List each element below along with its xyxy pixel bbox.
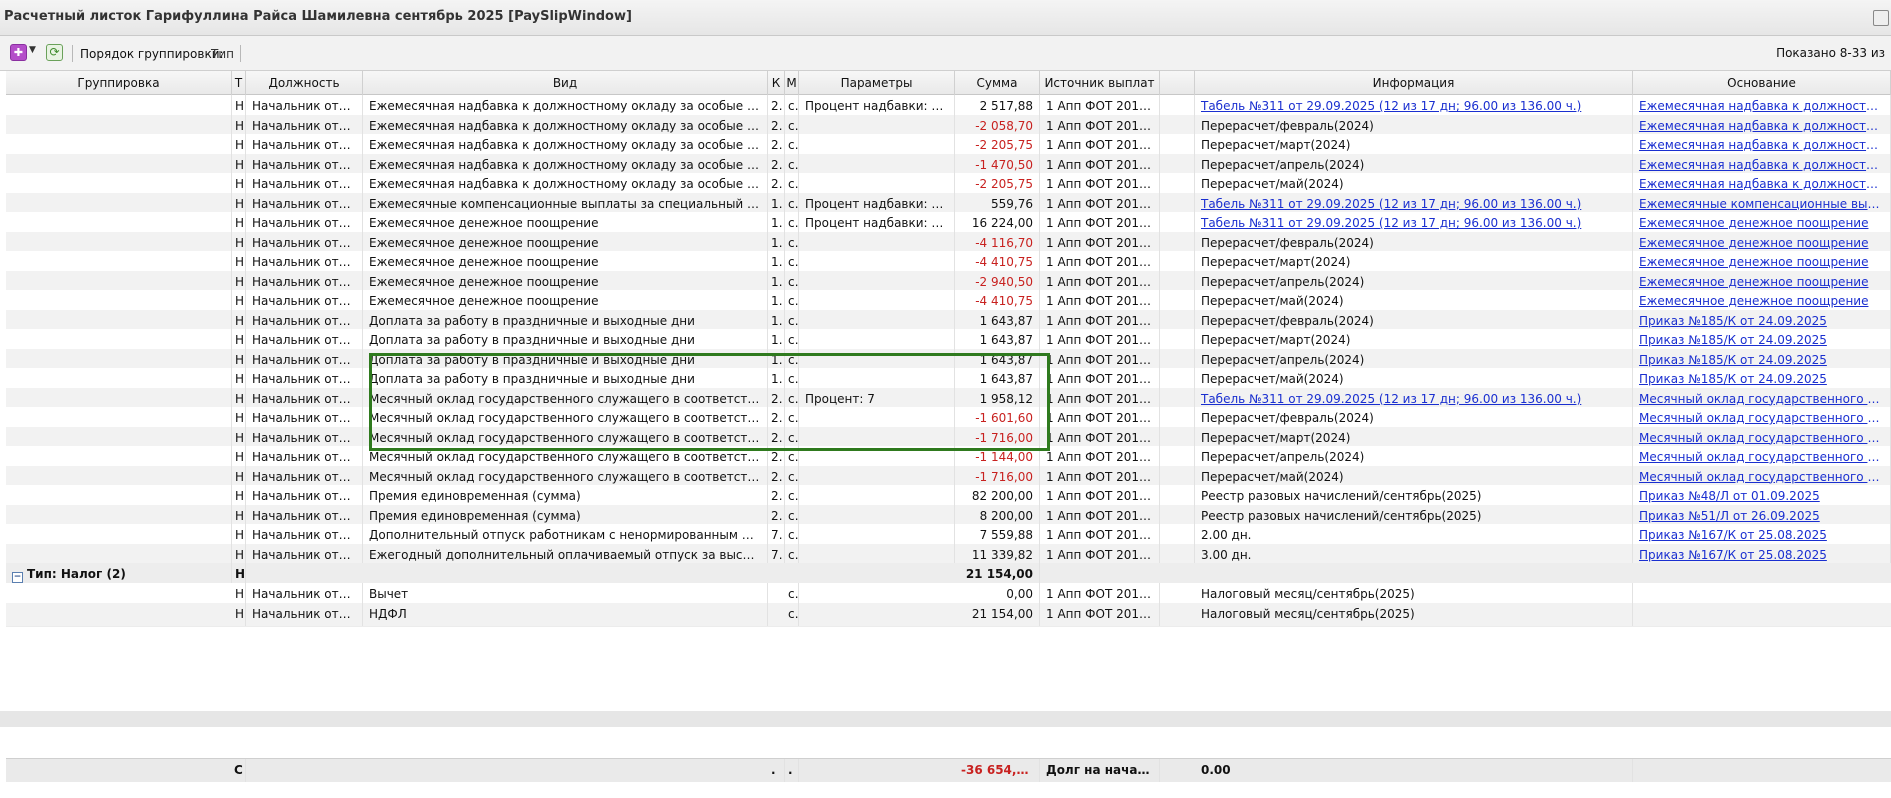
payslip-grid: Группировка Т Должность Вид К М Параметр…: [6, 71, 1891, 798]
summary-m: .: [785, 759, 799, 782]
column-header-type[interactable]: Т: [232, 71, 246, 95]
toolbar-separator: [240, 45, 241, 62]
window-restore-icon[interactable]: [1873, 10, 1889, 26]
window-bottom-bar: [0, 711, 1891, 727]
paging-info: Показано 8-33 из: [1776, 46, 1885, 60]
column-header-information[interactable]: Информация: [1195, 71, 1633, 95]
summary-source: Долг на начал...: [1040, 759, 1160, 782]
column-header-sum[interactable]: Сумма: [955, 71, 1040, 95]
refresh-icon[interactable]: ⟳: [46, 44, 63, 61]
window-title: Расчетный листок Гарифуллина Райса Шамил…: [4, 9, 632, 24]
cell-payment-source: 1 Апп ФОТ 2016 ...: [1040, 602, 1160, 626]
summary-k: .: [768, 759, 785, 782]
summary-type: С: [232, 759, 246, 782]
grouping-order-label: Порядок группировки:: [80, 47, 224, 61]
toolbar: ✚ ▼ ⟳ Порядок группировки: Тип Показано …: [0, 36, 1891, 71]
column-header-basis[interactable]: Основание: [1633, 71, 1891, 95]
column-header-parameters[interactable]: Параметры: [799, 71, 955, 95]
summary-info: 0.00: [1195, 759, 1633, 782]
summary-sum: -36 654,22: [955, 759, 1040, 782]
column-header-kind[interactable]: Вид: [363, 71, 768, 95]
column-header-blank[interactable]: [1160, 71, 1195, 95]
column-header-m[interactable]: М: [785, 71, 799, 95]
grid-header: Группировка Т Должность Вид К М Параметр…: [6, 71, 1891, 95]
column-header-payment-source[interactable]: Источник выплат: [1040, 71, 1160, 95]
column-header-k[interactable]: К: [768, 71, 785, 95]
group-label-text: Тип: Налог (2): [27, 567, 126, 581]
collapse-icon[interactable]: −: [12, 572, 23, 583]
column-header-grouping[interactable]: Группировка: [6, 71, 232, 95]
toolbar-separator: [72, 45, 73, 62]
cell-type: Н: [232, 602, 246, 626]
cell-kind: НДФЛ: [363, 602, 768, 626]
column-header-position[interactable]: Должность: [246, 71, 363, 95]
cell-m: с.: [785, 602, 799, 626]
table-row[interactable]: Н Начальник отдел... НДФЛ с. 21 154,00 1 Апп …: [6, 602, 1891, 627]
cell-sum: 21 154,00: [955, 602, 1040, 626]
grouping-order-value[interactable]: Тип: [211, 47, 234, 61]
window-titlebar: Расчетный листок Гарифуллина Райса Шамил…: [0, 0, 1891, 36]
cell-information: Налоговый месяц/сентябрь(2025): [1195, 602, 1633, 626]
chevron-down-icon[interactable]: ▼: [29, 45, 36, 55]
cell-position: Начальник отдел...: [246, 602, 363, 626]
summary-row: С . . -36 654,22 Долг на начал... 0.00: [6, 758, 1891, 782]
add-menu-icon[interactable]: ✚: [10, 44, 27, 61]
